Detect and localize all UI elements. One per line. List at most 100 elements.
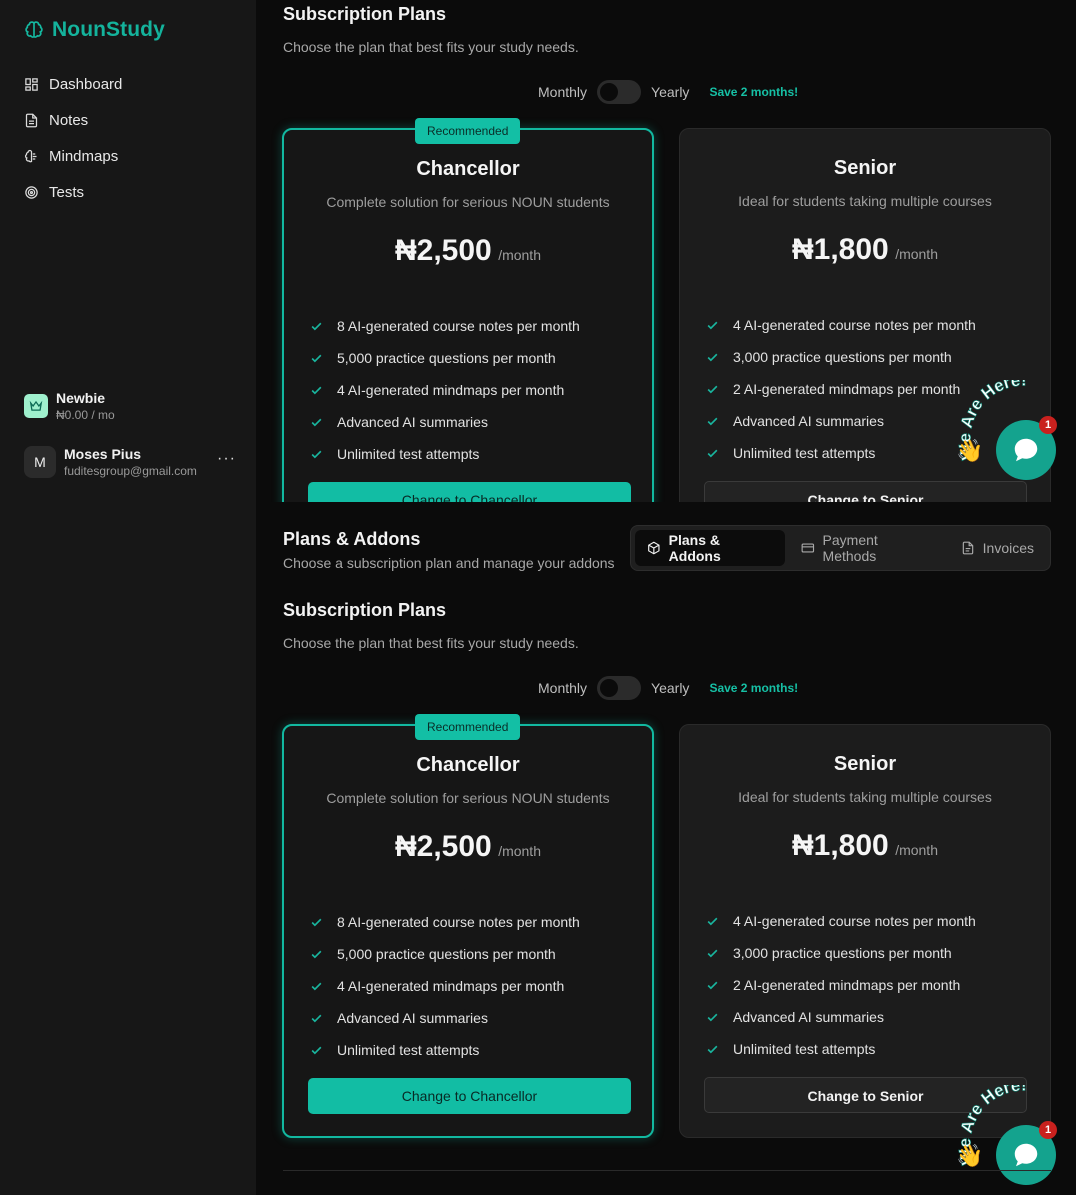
check-icon [311,386,322,394]
chat-widget[interactable]: We Are Here! 👋 1 [956,1085,1076,1195]
section-subtitle: Choose the plan that best fits your stud… [283,635,579,651]
check-icon [311,982,322,990]
yearly-label: Yearly [651,680,690,696]
plan-price: ₦2,500 /month [284,234,652,268]
brand[interactable]: NounStudy [24,18,165,42]
tab-payment-methods[interactable]: Payment Methods [789,530,945,566]
plan-description: Ideal for students taking multiple cours… [738,193,992,209]
check-icon [707,1045,718,1053]
check-icon [311,1014,322,1022]
section-title: Subscription Plans [283,4,447,24]
yearly-label: Yearly [651,84,690,100]
tab-invoices[interactable]: Invoices [949,530,1046,566]
billing-toggle[interactable] [597,676,642,700]
check-icon [311,450,322,458]
recommended-badge: Recommended [415,714,521,740]
plan-title: Senior [833,753,897,775]
feature-list: 4 AI-generated course notes per month 3,… [706,905,976,1065]
plan-price: ₦1,800 /month [680,233,1050,267]
feature-item: 2 AI-generated mindmaps per month [706,373,976,405]
plan-title: Chancellor [416,754,520,776]
recommended-badge: Recommended [415,118,521,144]
check-icon [707,417,718,425]
page-title: Plans & Addons [283,529,421,549]
plan-title: Senior [833,157,897,179]
feature-item: 5,000 practice questions per month [310,342,580,374]
feature-item: 5,000 practice questions per month [310,938,580,970]
billing-toggle-row: Monthly Yearly Save 2 months! [538,676,798,700]
section-title: Subscription Plans [283,600,447,620]
waving-hand-icon: 👋 [956,1143,984,1168]
sidebar-item-label: Tests [49,183,85,201]
change-to-chancellor-button[interactable]: Change to Chancellor [308,482,631,502]
check-icon [311,418,322,426]
plan-price: ₦0.00 / mo [56,408,115,422]
feature-item: Unlimited test attempts [310,1034,580,1066]
brand-name: NounStudy [52,18,165,41]
plan-card-senior: Senior Ideal for students taking multipl… [679,724,1051,1138]
feature-item: Advanced AI summaries [706,1001,976,1033]
price-amount: ₦1,800 [791,233,889,266]
tab-plans-addons[interactable]: Plans & Addons [635,530,785,566]
plan-name: Newbie [56,390,106,406]
check-icon [311,354,322,362]
package-icon [648,541,660,555]
chat-bubble-icon [1014,1143,1038,1167]
sidebar-item-label: Notes [49,111,89,129]
check-icon [707,449,718,457]
plan-card-chancellor: Recommended Chancellor Complete solution… [282,118,654,502]
check-icon [707,981,718,989]
check-icon [311,918,322,926]
change-to-chancellor-button[interactable]: Change to Chancellor [308,1078,631,1114]
settings-tabs: Plans & Addons Payment Methods Invoices [630,525,1051,571]
feature-item: Unlimited test attempts [310,438,580,470]
current-plan[interactable]: Newbie ₦0.00 / mo [24,390,115,422]
price-amount: ₦2,500 [394,234,492,267]
feature-item: 8 AI-generated course notes per month [310,310,580,342]
main-content: Plans & Addons Choose a subscription pla… [256,520,1076,1195]
brain-logo-icon [25,21,43,38]
credit-card-icon [801,543,814,553]
feature-item: 4 AI-generated course notes per month [706,309,976,341]
feature-list: 8 AI-generated course notes per month 5,… [310,906,580,1066]
sidebar-item-tests[interactable]: Tests [24,174,122,210]
sidebar-item-label: Mindmaps [49,147,119,165]
user-name: Moses Pius [64,446,142,462]
sidebar-item-mindmaps[interactable]: Mindmaps [24,138,122,174]
plan-description: Complete solution for serious NOUN stude… [326,790,610,806]
unread-count-badge: 1 [1039,1121,1057,1139]
chat-widget[interactable]: We Are Here! 👋 1 [956,380,1076,490]
plan-title: Chancellor [416,158,520,180]
feature-item: 4 AI-generated mindmaps per month [310,374,580,406]
billing-toggle-row: Monthly Yearly Save 2 months! [538,80,798,104]
monthly-label: Monthly [538,84,588,100]
unread-count-badge: 1 [1039,416,1057,434]
sidebar: NounStudy Dashboard Notes Mindmaps Tests… [0,0,256,1195]
user-menu[interactable]: M Moses Pius fuditesgroup@gmail.com ··· [24,446,236,478]
check-icon [311,322,322,330]
sidebar-item-dashboard[interactable]: Dashboard [24,66,122,102]
plan-description: Complete solution for serious NOUN stude… [326,194,610,210]
brain-icon [24,149,37,162]
sidebar-nav: Dashboard Notes Mindmaps Tests [24,66,122,210]
dashboard-icon [25,77,38,91]
check-icon [707,385,718,393]
billing-toggle[interactable] [597,80,642,104]
price-period: /month [895,842,938,858]
check-icon [707,353,718,361]
plan-card-chancellor: Recommended Chancellor Complete solution… [282,714,654,1138]
document-icon [25,113,38,127]
sidebar-item-label: Dashboard [49,75,123,93]
user-email: fuditesgroup@gmail.com [64,464,197,478]
feature-item: Advanced AI summaries [310,406,580,438]
crown-icon [24,394,48,418]
feature-list: 8 AI-generated course notes per month 5,… [310,310,580,470]
feature-item: Unlimited test attempts [706,1033,976,1065]
check-icon [311,950,322,958]
sidebar-item-notes[interactable]: Notes [24,102,122,138]
more-options-button[interactable]: ··· [217,450,236,468]
plan-price: ₦1,800 /month [680,829,1050,863]
check-icon [707,917,718,925]
plan-price: ₦2,500 /month [284,830,652,864]
chat-bubble-icon [1014,438,1038,462]
